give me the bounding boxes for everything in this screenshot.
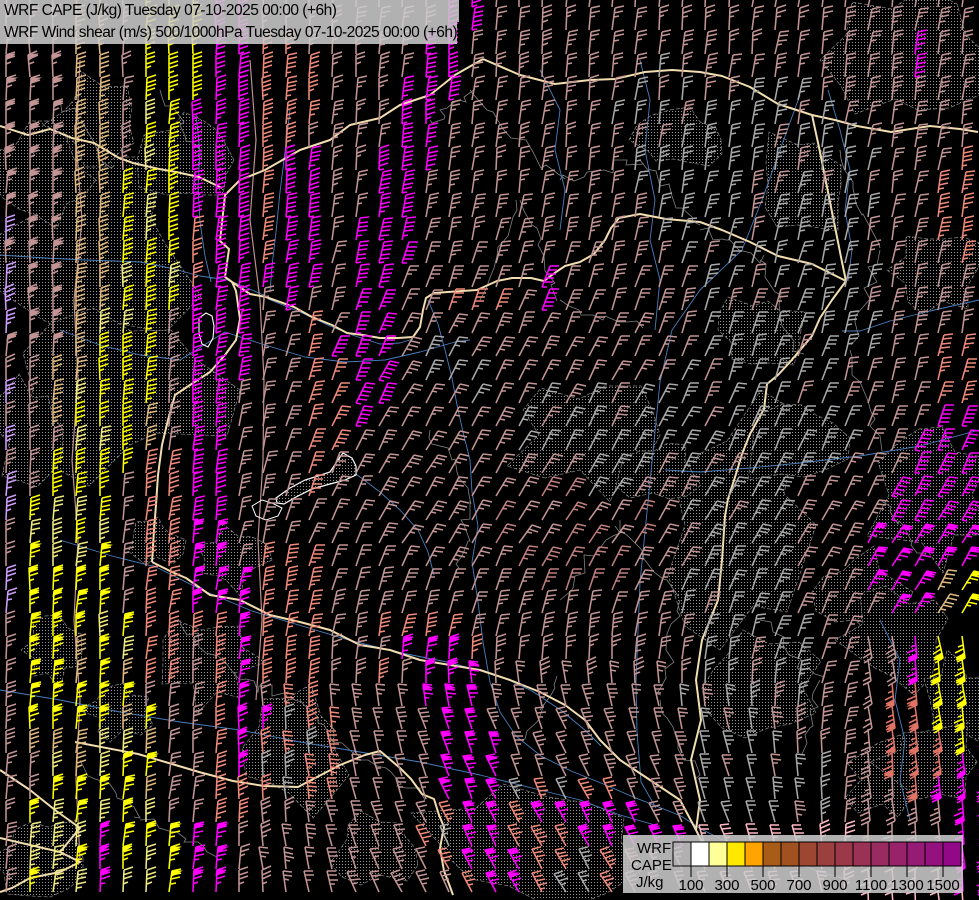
svg-text:500: 500 <box>750 877 775 893</box>
svg-text:1500: 1500 <box>926 877 959 893</box>
svg-text:300: 300 <box>714 877 739 893</box>
svg-text:700: 700 <box>786 877 811 893</box>
svg-text:100: 100 <box>678 877 703 893</box>
svg-text:1300: 1300 <box>890 877 923 893</box>
svg-text:900: 900 <box>822 877 847 893</box>
svg-text:1100: 1100 <box>855 877 887 893</box>
